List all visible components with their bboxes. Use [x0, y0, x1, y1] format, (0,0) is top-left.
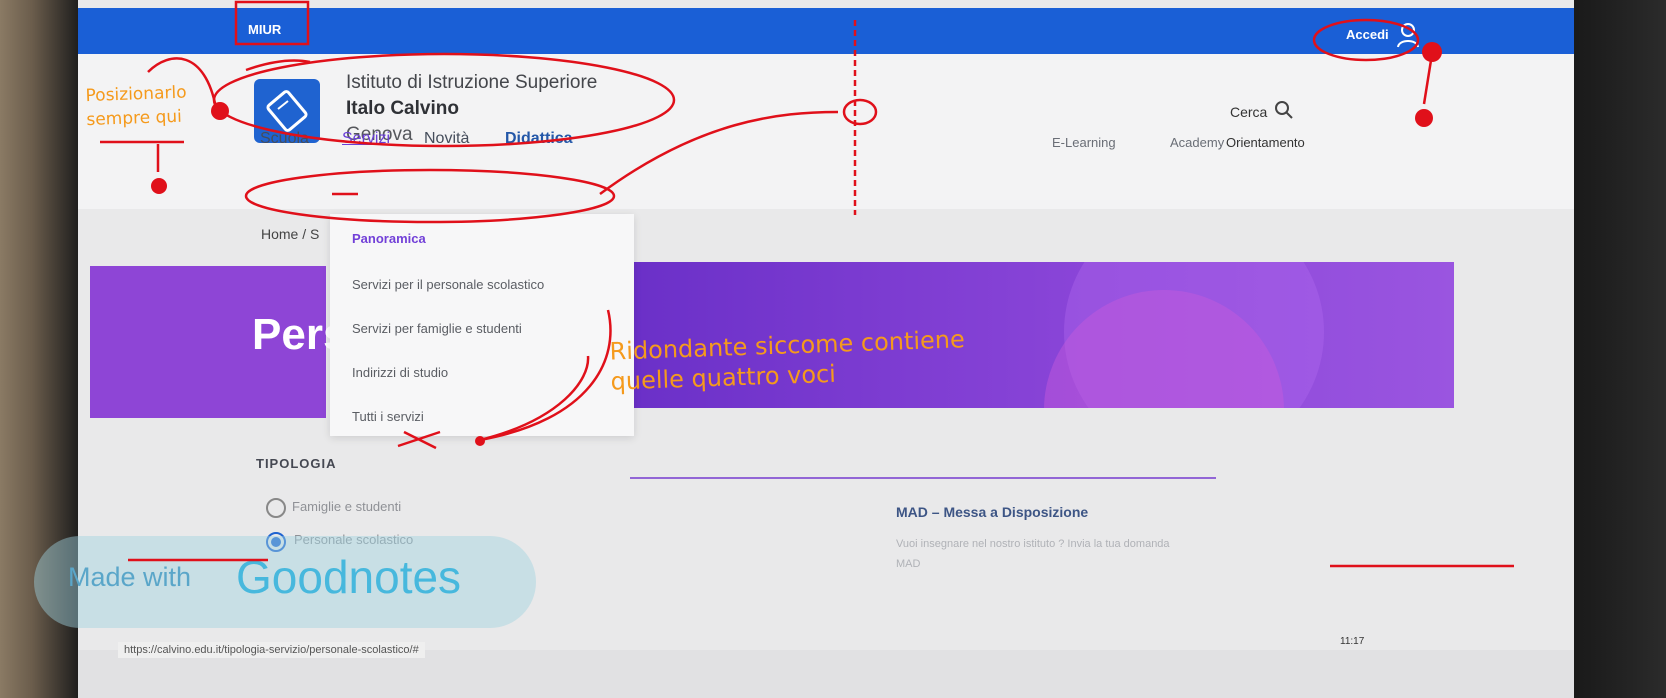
breadcrumb: Home / S [261, 226, 319, 242]
clock: 11:17 [1340, 636, 1365, 647]
filter-title: TIPOLOGIA [256, 456, 337, 471]
dropdown-item-personale[interactable]: Servizi per il personale scolastico [352, 277, 544, 292]
goodnotes-watermark: Made with Goodnotes [34, 536, 536, 628]
nav-item-servizi[interactable]: Servizi [342, 130, 390, 148]
miur-link[interactable]: MIUR [248, 22, 281, 37]
watermark-big: Goodnotes [236, 551, 462, 603]
dropdown-item-tutti[interactable]: Tutti i servizi [352, 409, 424, 424]
school-type: Istituto di Istruzione Superiore [346, 72, 598, 93]
radio-label-famiglie[interactable]: Famiglie e studenti [292, 499, 401, 514]
nav-item-academy[interactable]: Academy [1170, 135, 1224, 150]
section-divider [630, 477, 1216, 479]
watermark-small: Made with [68, 562, 192, 592]
login-link[interactable]: Accedi [1346, 27, 1389, 42]
breadcrumb-separator: / [302, 226, 307, 242]
breadcrumb-home[interactable]: Home [261, 226, 298, 242]
radio-famiglie[interactable] [266, 498, 286, 518]
search-icon[interactable] [1274, 100, 1294, 120]
hero-banner-left: Pers [90, 266, 347, 418]
nav-item-scuola[interactable]: Scuola [260, 130, 309, 148]
nav-item-novita[interactable]: Novità [424, 130, 469, 148]
nav-item-orientamento[interactable]: Orientamento [1226, 135, 1305, 150]
servizi-dropdown-menu: Panoramica Servizi per il personale scol… [330, 214, 634, 436]
dropdown-item-panoramica[interactable]: Panoramica [352, 231, 426, 246]
annotation-note-position: Posizionarlo sempre qui [85, 82, 187, 131]
search-label[interactable]: Cerca [1230, 104, 1267, 120]
breadcrumb-current[interactable]: S [310, 226, 319, 242]
nav-item-elearning[interactable]: E-Learning [1052, 135, 1116, 150]
card-title[interactable]: MAD – Messa a Disposizione [896, 504, 1088, 520]
nav-item-didattica[interactable]: Didattica [505, 130, 573, 148]
status-url: https://calvino.edu.it/tipologia-servizi… [118, 642, 425, 658]
school-name[interactable]: Italo Calvino [346, 98, 459, 120]
dropdown-item-indirizzi[interactable]: Indirizzi di studio [352, 365, 448, 380]
user-icon[interactable] [1396, 22, 1420, 48]
dropdown-item-famiglie[interactable]: Servizi per famiglie e studenti [352, 321, 522, 336]
card-text: Vuoi insegnare nel nostro istituto ? Inv… [896, 538, 1170, 570]
top-bar: MIUR Accedi [78, 8, 1574, 54]
